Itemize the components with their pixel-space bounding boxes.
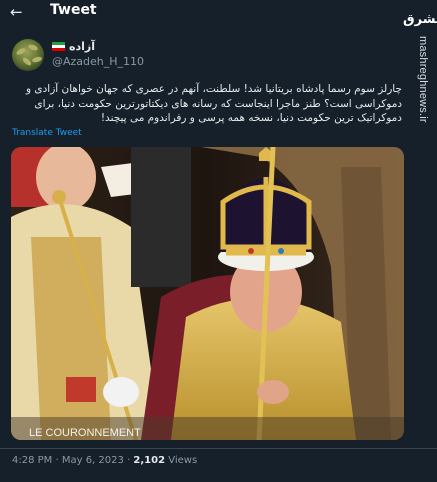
divider: [0, 448, 437, 449]
tweet-time[interactable]: 4:28 PM: [12, 455, 52, 466]
tweet-date[interactable]: May 6, 2023: [62, 455, 124, 466]
top-bar: ← Tweet: [0, 0, 400, 24]
arrow-left-icon[interactable]: ←: [10, 3, 23, 21]
mashregh-logo: مشرق: [403, 12, 437, 27]
views-label: Views: [168, 455, 198, 466]
tweet-text: چارلز سوم رسما پادشاه بریتانیا شد! سلطنت…: [25, 83, 402, 124]
watermark-url: mashreghnews.ir: [417, 36, 429, 123]
avatar[interactable]: [12, 39, 44, 71]
author-name-row[interactable]: آزاده: [52, 40, 95, 53]
author-display-name[interactable]: آزاده: [69, 40, 95, 53]
media-caption: LE COURONNEMENT: [29, 427, 141, 439]
tweet-meta: 4:28 PM · May 6, 2023 · 2,102 Views: [12, 455, 198, 466]
views-count: 2,102: [133, 455, 166, 466]
translate-tweet-link[interactable]: Translate Tweet: [12, 128, 82, 138]
author-handle[interactable]: @Azadeh_H_110: [52, 55, 144, 68]
page-title: Tweet: [50, 2, 97, 18]
iran-flag-icon: [52, 42, 65, 51]
tweet-image[interactable]: LE COURONNEMENT: [11, 147, 404, 440]
coronation-photo: LE COURONNEMENT: [11, 147, 404, 440]
